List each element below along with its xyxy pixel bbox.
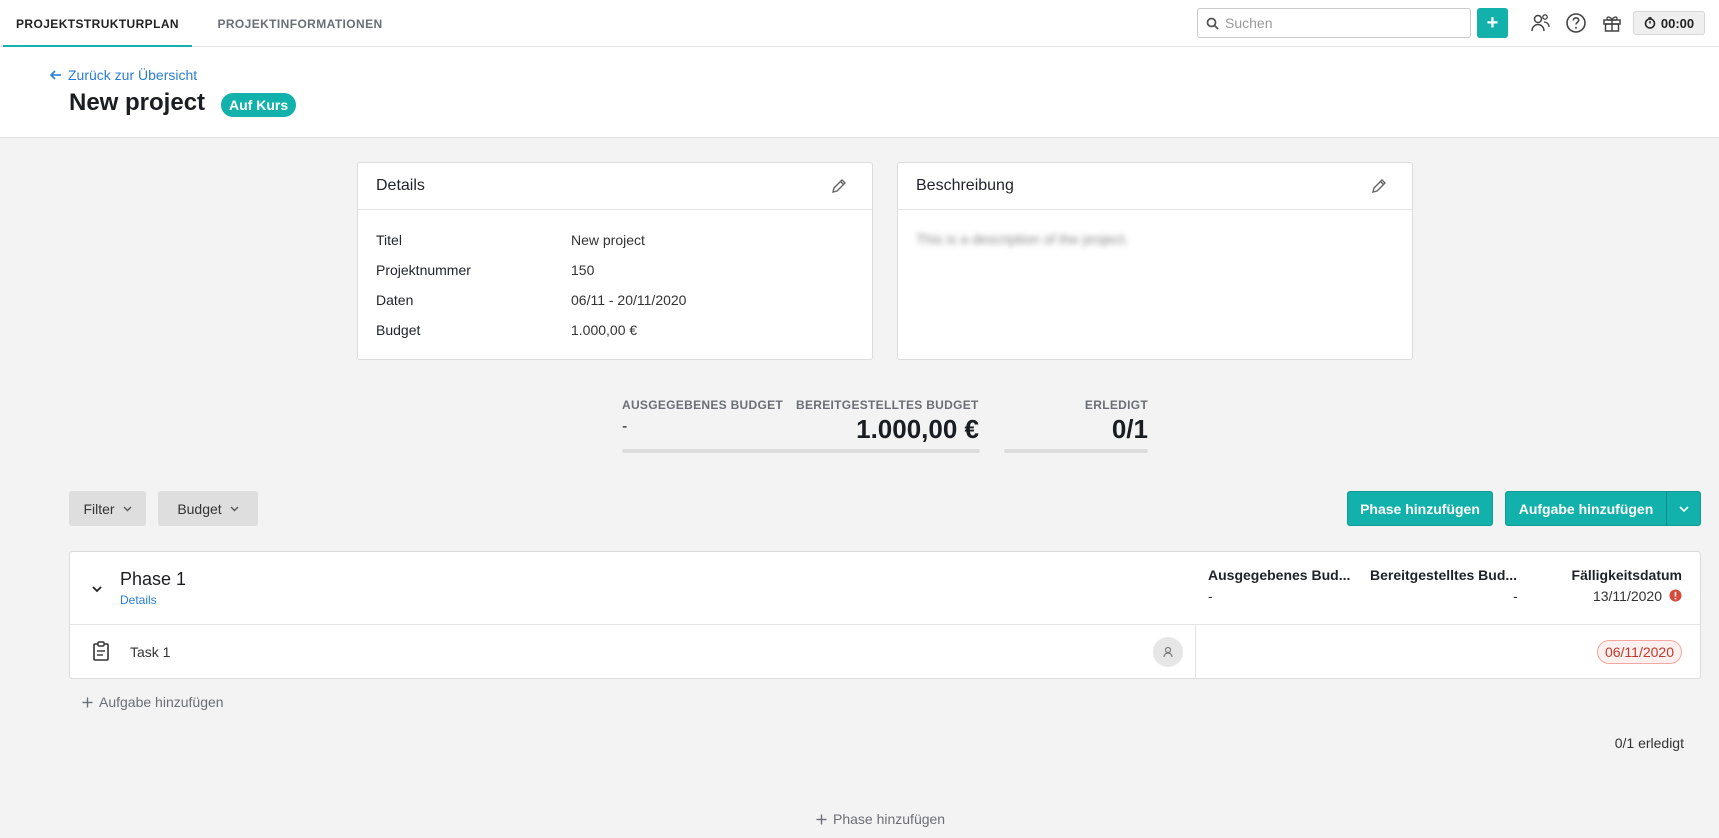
back-link[interactable]: Zurück zur Übersicht	[50, 67, 197, 83]
chevron-down-icon	[1678, 505, 1689, 512]
chevron-down-icon	[230, 506, 239, 511]
pencil-icon[interactable]	[1368, 175, 1390, 197]
chevron-down-icon[interactable]	[92, 580, 102, 598]
tab-projektinformationen[interactable]: PROJEKTINFORMATIONEN	[205, 0, 395, 47]
detail-label-budget: Budget	[376, 322, 421, 338]
allocated-budget-label: BEREITGESTELLTES BUDGET	[796, 398, 979, 412]
back-link-label: Zurück zur Übersicht	[68, 67, 198, 83]
column-divider	[1195, 625, 1196, 679]
col-spent-budget: Ausgegebenes Bud...	[1208, 567, 1351, 583]
budget-progress-bar	[622, 449, 980, 453]
plus-icon	[816, 814, 827, 824]
detail-label-title: Titel	[376, 232, 402, 248]
col-due-date: Fälligkeitsdatum	[1571, 567, 1682, 583]
search-input[interactable]	[1225, 15, 1455, 31]
user-icon	[1163, 646, 1173, 658]
task-due-date[interactable]: 06/11/2020	[1596, 640, 1682, 664]
pencil-icon[interactable]	[828, 175, 850, 197]
detail-label-project-number: Projektnummer	[376, 262, 471, 278]
alert-icon	[1669, 589, 1682, 607]
details-card-title: Details	[376, 177, 425, 194]
phase-table: Phase 1 Details Ausgegebenes Bud... - Be…	[69, 551, 1701, 679]
spent-budget-label: AUSGEGEBENES BUDGET	[622, 398, 784, 412]
timer-value: 00:00	[1660, 15, 1695, 31]
tab-projektstrukturplan[interactable]: PROJEKTSTRUKTURPLAN	[3, 0, 192, 48]
search-icon	[1206, 17, 1219, 30]
top-navigation: PROJEKTSTRUKTURPLAN PROJEKTINFORMATIONEN…	[0, 0, 1719, 48]
status-badge: Auf Kurs	[221, 93, 297, 117]
done-summary: 0/1 erledigt	[1614, 735, 1684, 751]
description-card-title: Beschreibung	[916, 177, 1014, 194]
phase-details-link[interactable]: Details	[120, 593, 157, 607]
filter-label: Filter	[83, 500, 115, 517]
search-box[interactable]	[1197, 8, 1471, 38]
done-progress-bar	[1004, 449, 1148, 453]
filter-button[interactable]: Filter	[69, 491, 146, 526]
plus-icon	[82, 697, 93, 707]
add-button[interactable]: +	[1477, 8, 1508, 38]
col-allocated-budget: Bereitgestelltes Bud...	[1370, 567, 1518, 583]
task-name[interactable]: Task 1	[130, 644, 170, 660]
detail-value-title: New project	[571, 232, 645, 248]
phase-header: Phase 1 Details Ausgegebenes Bud... - Be…	[70, 552, 1700, 625]
clipboard-icon	[92, 641, 110, 666]
add-task-link-label: Aufgabe hinzufügen	[99, 694, 224, 710]
help-icon[interactable]	[1563, 10, 1589, 36]
add-phase-button[interactable]: Phase hinzufügen	[1347, 491, 1493, 526]
detail-value-project-number: 150	[571, 262, 595, 278]
budget-label: Budget	[177, 500, 222, 517]
gift-icon[interactable]	[1599, 10, 1625, 36]
phase-due-value: 13/11/2020	[1592, 588, 1662, 604]
done-value: 0/1	[1111, 414, 1148, 444]
description-text: This is a description of the project.	[916, 231, 1129, 247]
budget-button[interactable]: Budget	[158, 491, 258, 526]
detail-value-dates: 06/11 - 20/11/2020	[571, 292, 687, 308]
table-row[interactable]: Task 1 06/11/2020	[70, 625, 1700, 679]
team-icon[interactable]	[1527, 10, 1553, 36]
phase-name: Phase 1	[120, 569, 187, 589]
add-task-link[interactable]: Aufgabe hinzufügen	[82, 694, 224, 710]
phase-allocated-value: -	[1513, 588, 1518, 604]
add-phase-link[interactable]: Phase hinzufügen	[816, 811, 945, 827]
add-task-button[interactable]: Aufgabe hinzufügen	[1505, 491, 1667, 526]
timer-button[interactable]: 00:00	[1633, 11, 1705, 35]
phase-spent-value: -	[1208, 588, 1213, 604]
page-header: Zurück zur Übersicht New project Auf Kur…	[0, 47, 1719, 138]
allocated-budget-value: 1.000,00 €	[856, 414, 979, 444]
details-card: Details Titel New project Projektnummer …	[357, 162, 873, 360]
chevron-down-icon	[123, 506, 132, 511]
detail-value-budget: 1.000,00 €	[571, 322, 638, 338]
detail-label-dates: Daten	[376, 292, 414, 308]
page-title: New project	[69, 89, 206, 116]
stopwatch-icon	[1644, 17, 1656, 29]
description-card: Beschreibung This is a description of th…	[897, 162, 1413, 360]
arrow-left-icon	[50, 70, 61, 80]
add-phase-link-label: Phase hinzufügen	[833, 811, 946, 827]
assignee-avatar[interactable]	[1153, 637, 1183, 667]
done-label: ERLEDIGT	[1084, 398, 1148, 412]
add-task-dropdown[interactable]	[1666, 491, 1701, 526]
spent-budget-value: -	[622, 418, 628, 435]
